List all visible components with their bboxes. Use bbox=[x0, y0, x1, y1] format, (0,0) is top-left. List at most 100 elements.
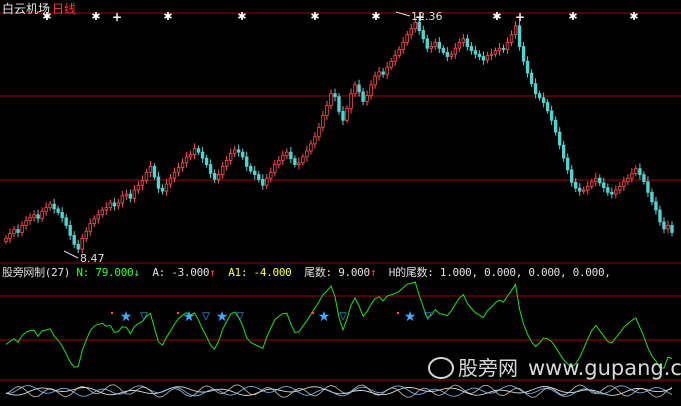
grid-lines bbox=[0, 12, 681, 381]
h-tail-values: 1.000, 0.000, 0.000, 0.000, bbox=[439, 266, 611, 279]
dot-signal-icon bbox=[311, 311, 315, 315]
candle-body bbox=[521, 46, 526, 62]
triangle-signal-icon: ▽ bbox=[236, 311, 244, 322]
candle-body bbox=[301, 156, 305, 164]
candle-body bbox=[261, 178, 265, 186]
candle-body bbox=[96, 214, 100, 220]
candle-body bbox=[397, 49, 401, 56]
stock-name: 白云机场 bbox=[2, 2, 51, 16]
candle-body bbox=[666, 224, 670, 230]
candle-body bbox=[349, 93, 353, 109]
candle-body bbox=[345, 108, 349, 121]
candle-body bbox=[357, 84, 361, 93]
candle-body bbox=[176, 167, 181, 173]
candle-body bbox=[285, 151, 289, 157]
candle-body bbox=[212, 173, 217, 180]
oscillator-line bbox=[5, 385, 673, 397]
candle-body bbox=[24, 220, 28, 226]
a1-label: A1: bbox=[228, 266, 248, 279]
candle-body bbox=[144, 171, 149, 181]
candle-body bbox=[433, 41, 437, 47]
candle-body bbox=[136, 184, 141, 191]
candle-body bbox=[204, 157, 209, 165]
indicator-readout: 股旁网制(27) N: 79.000↓, A: -3.000↑, A1: -4.… bbox=[2, 266, 611, 279]
candle-body bbox=[321, 115, 325, 128]
candle-body bbox=[670, 224, 674, 233]
candle-body bbox=[429, 46, 433, 49]
candle-body bbox=[257, 174, 261, 180]
candle-body bbox=[654, 201, 658, 211]
candle-body bbox=[116, 202, 121, 207]
candle-body bbox=[228, 152, 233, 161]
price-markers: 12.36 8.47 bbox=[63, 10, 443, 265]
candle-body bbox=[465, 38, 470, 47]
candle-body bbox=[313, 136, 317, 145]
candle-body bbox=[112, 202, 117, 207]
candle-body bbox=[634, 168, 638, 174]
candle-body bbox=[578, 187, 582, 192]
candle-body bbox=[4, 237, 8, 242]
candle-body bbox=[337, 96, 341, 112]
candle-body bbox=[590, 181, 594, 187]
watermark-url: www.gupang.com bbox=[528, 356, 681, 380]
candle-body bbox=[646, 181, 650, 193]
candle-body bbox=[32, 214, 36, 219]
candle-body bbox=[277, 160, 281, 165]
candle-body bbox=[493, 50, 498, 55]
star-signal-icon: ★ bbox=[120, 309, 133, 325]
candle-body bbox=[36, 214, 40, 219]
candle-body bbox=[457, 41, 462, 49]
candle-body bbox=[413, 21, 417, 30]
candle-body bbox=[541, 97, 546, 103]
dot-signal-icon bbox=[176, 311, 180, 315]
watermark-logo-icon bbox=[428, 356, 454, 379]
candle-body bbox=[501, 47, 506, 50]
candle-body bbox=[393, 54, 397, 62]
candle-body bbox=[80, 237, 84, 250]
candle-body bbox=[232, 149, 237, 154]
candle-body bbox=[317, 126, 321, 138]
candle-body bbox=[594, 177, 598, 183]
h-tail-label: H的尾数: bbox=[388, 266, 434, 279]
candle-body bbox=[385, 66, 389, 75]
candle-body bbox=[20, 224, 24, 233]
candle-body bbox=[241, 151, 245, 158]
candle-body bbox=[658, 209, 662, 223]
candle-body bbox=[586, 186, 590, 191]
candle-body bbox=[88, 223, 92, 232]
indicator-name: 股旁网制(27) bbox=[2, 266, 71, 279]
candle-body bbox=[361, 91, 365, 102]
candle-body bbox=[553, 119, 558, 133]
candlestick-series bbox=[4, 17, 674, 254]
candle-body bbox=[216, 174, 221, 180]
candle-body bbox=[16, 229, 20, 233]
candle-body bbox=[120, 195, 125, 204]
candle-body bbox=[381, 71, 385, 75]
candle-body bbox=[92, 218, 96, 225]
candle-body bbox=[662, 221, 666, 230]
n-arrow: ↓ bbox=[133, 266, 140, 279]
candle-body bbox=[650, 191, 654, 203]
candle-body bbox=[224, 160, 229, 167]
candle-body bbox=[369, 84, 373, 96]
asterisk-marker-icon: ✱ bbox=[163, 10, 172, 23]
candle-body bbox=[569, 169, 574, 183]
star-signal-icon: ★ bbox=[318, 309, 331, 325]
candle-body bbox=[309, 143, 313, 152]
candle-body bbox=[582, 189, 586, 192]
candle-body bbox=[453, 47, 458, 55]
candle-body bbox=[565, 157, 570, 171]
candle-body bbox=[441, 47, 446, 53]
candle-body bbox=[549, 110, 554, 121]
candle-body bbox=[529, 72, 534, 85]
candle-body bbox=[485, 54, 490, 61]
candle-body bbox=[598, 177, 602, 184]
asterisk-marker-icon: ✱ bbox=[371, 10, 380, 23]
candle-body bbox=[196, 148, 201, 153]
candle-body bbox=[132, 189, 137, 199]
candle-body bbox=[373, 75, 377, 86]
candle-body bbox=[421, 30, 425, 40]
a-value: -3.000 bbox=[171, 266, 210, 279]
candle-body bbox=[208, 164, 213, 174]
asterisk-marker-icon: ✱ bbox=[568, 10, 577, 23]
